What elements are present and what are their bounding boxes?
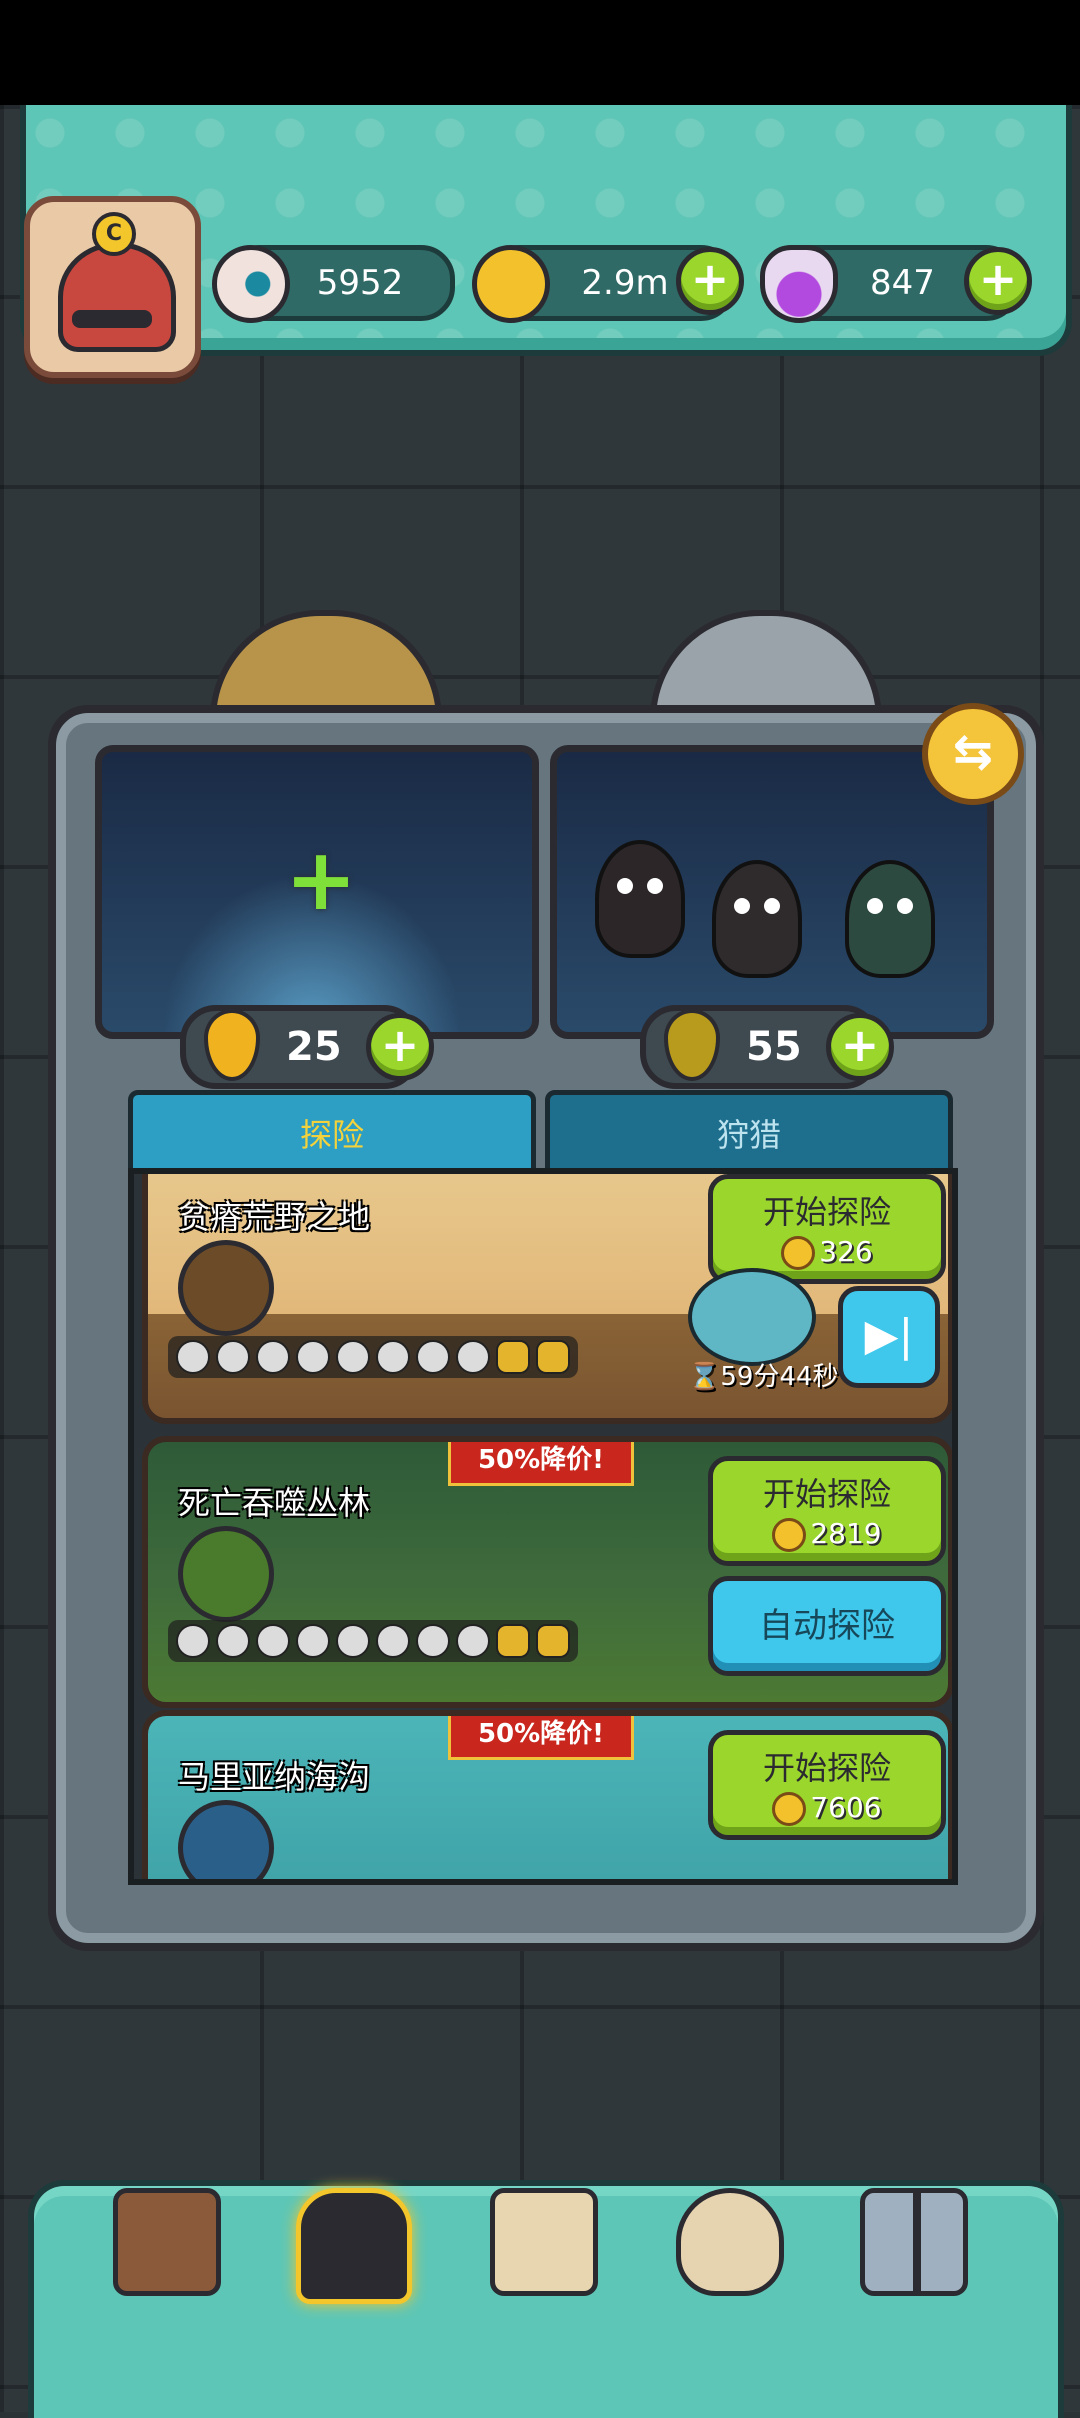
- cost-value: 326: [819, 1235, 873, 1268]
- gold-skull-icon: [496, 1624, 530, 1658]
- money-bag-icon: [676, 2188, 784, 2296]
- shop-icon: [113, 2188, 221, 2296]
- avatar-progress-bar: [72, 310, 152, 328]
- coin-icon: [781, 1236, 816, 1270]
- energy-right-value: 55: [746, 1024, 802, 1070]
- grid-icon: [860, 2188, 968, 2296]
- energy-left: 25 +: [180, 1005, 434, 1089]
- energy-right: 55 +: [640, 1005, 894, 1089]
- cost-value: 2819: [810, 1517, 882, 1550]
- start-label: 开始探险: [762, 1475, 891, 1513]
- pufferfish-creature: [688, 1268, 816, 1366]
- skull-icon: [296, 1340, 330, 1374]
- book-icon: [490, 2188, 598, 2296]
- energy-left-value: 25: [286, 1024, 342, 1070]
- skull-icon: [376, 1624, 410, 1658]
- expedition-card[interactable]: 50%降价! 马里亚纳海沟 开始探险 7606: [142, 1710, 952, 1879]
- nav-book[interactable]: [482, 2180, 606, 2304]
- skull-icon: [336, 1624, 370, 1658]
- expedition-name: 贫瘠荒野之地: [178, 1198, 371, 1236]
- skull-icon: [416, 1624, 450, 1658]
- rank-badge-icon: C: [92, 212, 136, 256]
- cost-label: 326: [713, 1235, 941, 1270]
- potion-icon: [760, 245, 838, 323]
- skull-icon: [296, 1624, 330, 1658]
- jungle-emblem-icon: [178, 1526, 274, 1622]
- expedition-card[interactable]: 50%降价! 死亡吞噬丛林 开始探险 2819 自动探险: [142, 1436, 952, 1708]
- cost-value: 7606: [810, 1791, 882, 1824]
- add-potions-button[interactable]: +: [964, 247, 1032, 315]
- golden-drop-icon: [204, 1009, 260, 1081]
- skull-icon: [256, 1624, 290, 1658]
- nav-bag[interactable]: [668, 2180, 792, 2304]
- difficulty-skulls: [168, 1336, 578, 1378]
- expedition-name: 马里亚纳海沟: [178, 1758, 371, 1796]
- skull-icon: [376, 1340, 410, 1374]
- gold-skull-icon: [536, 1624, 570, 1658]
- coin-icon: [472, 245, 550, 323]
- skull-icon: [176, 1340, 210, 1374]
- eyeball-icon: [212, 245, 290, 323]
- expedition-list[interactable]: 贫瘠荒野之地 开始探险 326 ▶| ⌛59分44秒 50%降价! 死亡吞噬丛林: [128, 1168, 958, 1885]
- eyes-value: 5952: [316, 263, 404, 303]
- nav-shop[interactable]: [105, 2180, 229, 2304]
- auto-expedition-button[interactable]: 自动探险: [708, 1576, 946, 1676]
- add-creature-icon[interactable]: +: [285, 837, 357, 923]
- creature-warrior[interactable]: [595, 840, 685, 958]
- creature-shaman[interactable]: [845, 860, 935, 978]
- oil-drop-icon: [664, 1009, 720, 1081]
- tab-hunt[interactable]: 狩猎: [545, 1090, 953, 1180]
- wasteland-emblem-icon: [178, 1240, 274, 1336]
- skull-icon: [336, 1340, 370, 1374]
- discount-badge: 50%降价!: [448, 1716, 634, 1760]
- skull-icon: [416, 1340, 450, 1374]
- discount-badge: 50%降价!: [448, 1442, 634, 1486]
- timer-value: 59分44秒: [720, 1362, 839, 1392]
- add-energy-right-button[interactable]: +: [826, 1013, 894, 1081]
- start-label: 开始探险: [762, 1193, 891, 1231]
- gold-skull-icon: [536, 1340, 570, 1374]
- cost-label: 7606: [713, 1791, 941, 1826]
- nav-creatures[interactable]: [288, 2180, 420, 2312]
- trench-emblem-icon: [178, 1800, 274, 1879]
- player-avatar[interactable]: C: [24, 196, 201, 378]
- skull-icon: [456, 1624, 490, 1658]
- creature-moss[interactable]: [712, 860, 802, 978]
- skull-icon: [176, 1624, 210, 1658]
- skull-icon: [456, 1340, 490, 1374]
- expedition-name: 死亡吞噬丛林: [178, 1484, 371, 1522]
- skip-button[interactable]: ▶|: [838, 1286, 940, 1388]
- start-expedition-button[interactable]: 开始探险 2819: [708, 1456, 946, 1566]
- skull-icon: [216, 1340, 250, 1374]
- add-coins-button[interactable]: +: [676, 247, 744, 315]
- coin-icon: [772, 1518, 807, 1552]
- skull-icon: [216, 1624, 250, 1658]
- swap-icon[interactable]: ⇆: [922, 703, 1024, 805]
- coin-icon: [772, 1792, 807, 1826]
- expedition-card[interactable]: 贫瘠荒野之地 开始探险 326 ▶| ⌛59分44秒: [142, 1174, 952, 1424]
- difficulty-skulls: [168, 1620, 578, 1662]
- expedition-timer: ⌛59分44秒: [688, 1362, 839, 1392]
- start-expedition-button[interactable]: 开始探险 7606: [708, 1730, 946, 1840]
- status-bar: [0, 0, 1080, 105]
- start-label: 开始探险: [762, 1749, 891, 1787]
- cost-label: 2819: [713, 1517, 941, 1552]
- add-energy-left-button[interactable]: +: [366, 1013, 434, 1081]
- tab-explore[interactable]: 探险: [128, 1090, 536, 1180]
- gold-skull-icon: [496, 1340, 530, 1374]
- nav-more[interactable]: [852, 2180, 976, 2304]
- creature-portal-icon: [296, 2188, 412, 2304]
- robot-avatar-icon: [58, 242, 176, 352]
- skull-icon: [256, 1340, 290, 1374]
